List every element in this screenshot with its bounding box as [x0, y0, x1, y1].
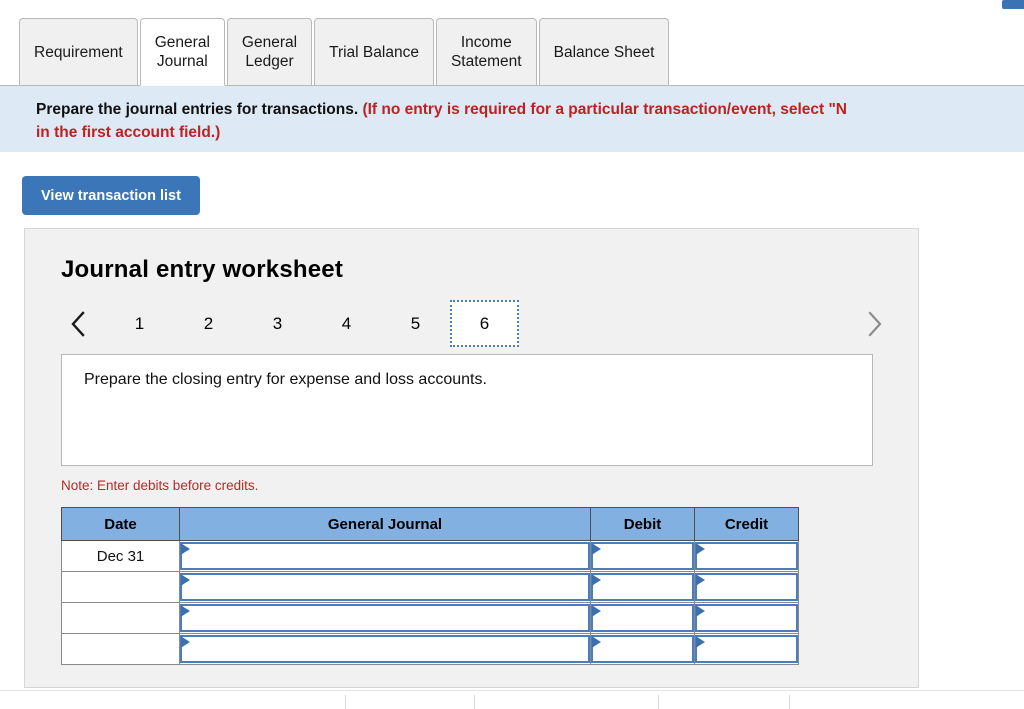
credit-input[interactable] — [695, 573, 798, 601]
dropdown-triangle-icon — [593, 606, 601, 616]
worksheet-page-5[interactable]: 5 — [381, 300, 450, 347]
general-journal-input[interactable] — [180, 542, 590, 570]
worksheet-page-2[interactable]: 2 — [174, 300, 243, 347]
tab-label: General Ledger — [241, 34, 298, 70]
tab-label: Trial Balance — [329, 43, 419, 61]
tab-general-journal[interactable]: General Journal — [139, 18, 225, 86]
journal-credit-cell — [694, 571, 799, 603]
general-journal-input[interactable] — [180, 573, 590, 601]
journal-debit-cell — [590, 540, 695, 572]
journal-general-journal-cell — [179, 633, 591, 665]
journal-general-journal-cell — [179, 571, 591, 603]
worksheet-prompt-text: Prepare the closing entry for expense an… — [84, 371, 487, 388]
debit-input[interactable] — [591, 635, 694, 663]
footer-divider — [789, 695, 790, 709]
worksheet-page-6[interactable]: 6 — [450, 300, 519, 347]
tab-label: Requirement — [34, 43, 123, 61]
top-right-clipped-chip — [1002, 0, 1024, 9]
chevron-left-icon[interactable] — [61, 300, 95, 347]
journal-general-journal-cell — [179, 540, 591, 572]
credit-input[interactable] — [695, 604, 798, 632]
worksheet-prompt-box: Prepare the closing entry for expense an… — [61, 354, 873, 466]
instruction-lead-text: Prepare the journal entries for transact… — [36, 101, 359, 118]
page-footer-strip — [0, 690, 1024, 709]
worksheet-page-3[interactable]: 3 — [243, 300, 312, 347]
journal-date-cell[interactable] — [61, 571, 180, 603]
journal-date-cell[interactable]: Dec 31 — [61, 540, 180, 572]
dropdown-triangle-icon — [182, 637, 190, 647]
debit-input[interactable] — [591, 604, 694, 632]
worksheet-page-1[interactable]: 1 — [105, 300, 174, 347]
dropdown-triangle-icon — [182, 606, 190, 616]
tab-requirement[interactable]: Requirement — [19, 18, 138, 86]
tab-general-ledger[interactable]: General Ledger — [226, 18, 313, 86]
dropdown-triangle-icon — [697, 575, 705, 585]
table-row — [61, 602, 799, 634]
table-row — [61, 571, 799, 603]
worksheet-page-numbers: 123456 — [105, 300, 519, 347]
table-header-general-journal: General Journal — [179, 507, 591, 541]
journal-debit-cell — [590, 602, 695, 634]
journal-debit-cell — [590, 633, 695, 665]
dropdown-triangle-icon — [593, 544, 601, 554]
table-header-date: Date — [61, 507, 180, 541]
dropdown-triangle-icon — [697, 606, 705, 616]
instruction-banner: Prepare the journal entries for transact… — [0, 86, 1024, 152]
journal-entry-worksheet-panel: Journal entry worksheet 123456 Prepare t… — [24, 228, 919, 688]
dropdown-triangle-icon — [697, 637, 705, 647]
debit-input[interactable] — [591, 573, 694, 601]
credit-input[interactable] — [695, 635, 798, 663]
journal-date-cell[interactable] — [61, 633, 180, 665]
table-header-debit: Debit — [590, 507, 695, 541]
worksheet-pager: 123456 — [61, 300, 891, 347]
view-transaction-list-button[interactable]: View transaction list — [22, 176, 200, 215]
general-journal-input[interactable] — [180, 604, 590, 632]
table-row: Dec 31 — [61, 540, 799, 572]
journal-credit-cell — [694, 602, 799, 634]
debits-before-credits-note: Note: Enter debits before credits. — [61, 478, 259, 493]
dropdown-triangle-icon — [182, 575, 190, 585]
dropdown-triangle-icon — [593, 575, 601, 585]
footer-divider — [474, 695, 475, 709]
table-row — [61, 633, 799, 665]
instruction-alert-text-line1: (If no entry is required for a particula… — [362, 101, 848, 118]
tab-bar: Requirement General Journal General Ledger… — [19, 18, 1024, 86]
tab-trial-balance[interactable]: Trial Balance — [314, 18, 434, 86]
tab-label: General Journal — [154, 34, 210, 70]
page-title: Journal entry worksheet — [61, 256, 344, 283]
journal-date-cell[interactable] — [61, 602, 180, 634]
instruction-alert-text-line2: in the first account field.) — [36, 124, 221, 141]
footer-divider — [658, 695, 659, 709]
table-header-credit: Credit — [694, 507, 799, 541]
dropdown-triangle-icon — [697, 544, 705, 554]
general-journal-input[interactable] — [180, 635, 590, 663]
debit-input[interactable] — [591, 542, 694, 570]
table-header-row: Date General Journal Debit Credit — [61, 507, 799, 541]
journal-credit-cell — [694, 633, 799, 665]
tab-balance-sheet[interactable]: Balance Sheet — [538, 18, 670, 86]
dropdown-triangle-icon — [593, 637, 601, 647]
journal-general-journal-cell — [179, 602, 591, 634]
dropdown-triangle-icon — [182, 544, 190, 554]
tab-label: Balance Sheet — [553, 43, 655, 61]
tab-income-statement[interactable]: Income Statement — [435, 18, 537, 86]
journal-entry-table: Date General Journal Debit Credit Dec 31 — [61, 507, 799, 665]
footer-divider — [345, 695, 346, 709]
worksheet-page-4[interactable]: 4 — [312, 300, 381, 347]
credit-input[interactable] — [695, 542, 798, 570]
journal-credit-cell — [694, 540, 799, 572]
chevron-right-icon[interactable] — [857, 300, 891, 347]
journal-debit-cell — [590, 571, 695, 603]
tab-label: Income Statement — [450, 34, 522, 70]
